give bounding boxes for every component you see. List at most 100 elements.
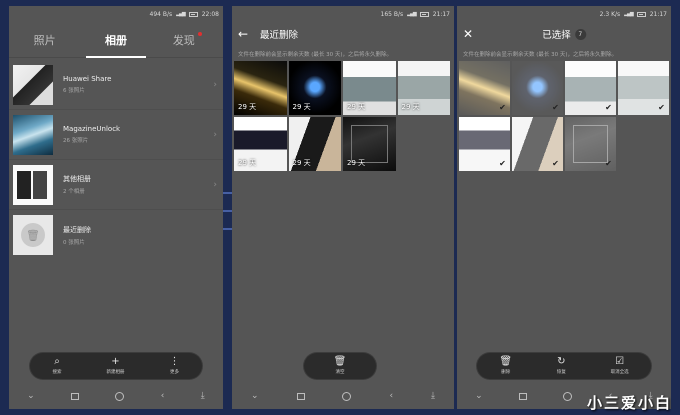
album-count: 6 张照片 bbox=[63, 88, 85, 94]
recents-icon[interactable] bbox=[519, 392, 528, 400]
signal-icon: ▂▄▆ bbox=[624, 11, 633, 17]
home-icon[interactable] bbox=[115, 391, 125, 401]
photo-item[interactable]: ✔ bbox=[565, 117, 616, 171]
album-thumbnail bbox=[13, 164, 53, 205]
days-left: 29 天 bbox=[347, 159, 366, 167]
bottom-action-bar: 🗑 清空 bbox=[304, 353, 376, 379]
tab-bar: 照片 相册 发现 bbox=[9, 22, 223, 58]
header: ← 最近删除 bbox=[232, 22, 454, 46]
back-arrow-icon[interactable]: ← bbox=[238, 27, 254, 41]
photo-item[interactable]: ✔ bbox=[618, 61, 669, 115]
network-speed: 2.3 K/s bbox=[599, 10, 621, 18]
home-icon[interactable] bbox=[342, 391, 352, 401]
photo-item[interactable]: ✔ bbox=[459, 61, 510, 115]
checkmark-icon: ✔ bbox=[499, 103, 506, 112]
battery-icon bbox=[636, 11, 646, 17]
photo-grid: ✔ ✔ ✔ ✔ ✔ ✔ ✔ bbox=[457, 61, 671, 171]
photo-item[interactable]: ✔ bbox=[459, 117, 510, 171]
info-text: 文件在删除前会显示剩余天数 (最长 30 天)，之后将永久删除。 bbox=[463, 52, 618, 58]
tab-albums[interactable]: 相册 bbox=[80, 32, 151, 48]
deselect-all-label: 取消全选 bbox=[610, 370, 629, 375]
battery-icon bbox=[188, 11, 198, 17]
tab-photos[interactable]: 照片 bbox=[9, 32, 80, 48]
photo-item[interactable]: 29 天 bbox=[343, 61, 396, 115]
notification-pull-icon[interactable]: ⤓ bbox=[431, 391, 435, 401]
photo-item[interactable]: ✔ bbox=[565, 61, 616, 115]
delete-button[interactable]: 🗑 删除 bbox=[499, 356, 513, 376]
album-name: Huawei Share bbox=[63, 75, 112, 83]
notification-dot bbox=[197, 31, 202, 36]
system-nav-bar: ⌄ ‹ ⤓ bbox=[232, 387, 454, 405]
search-button[interactable]: ⌕ 搜索 bbox=[52, 356, 62, 376]
recents-icon[interactable] bbox=[71, 392, 80, 400]
selection-screen: 2.3 K/s ▂▄▆ 21:17 ✕ 已选择 7 文件在删除前会显示剩余天数 … bbox=[457, 6, 671, 409]
notification-pull-icon[interactable]: ⤓ bbox=[201, 391, 205, 401]
album-name: MagazineUnlock bbox=[63, 125, 121, 133]
more-label: 更多 bbox=[170, 370, 179, 375]
album-magazine-unlock[interactable]: MagazineUnlock 26 张照片 › bbox=[9, 110, 223, 160]
album-thumbnail bbox=[13, 114, 53, 155]
restore-button[interactable]: ↻ 恢复 bbox=[556, 356, 566, 376]
recents-icon[interactable] bbox=[296, 392, 305, 400]
photo-item[interactable]: ✔ bbox=[512, 61, 563, 115]
tab-discover[interactable]: 发现 bbox=[152, 31, 223, 48]
restore-icon: ↻ bbox=[557, 356, 566, 367]
empty-button[interactable]: 🗑 清空 bbox=[334, 357, 347, 376]
status-bar: 2.3 K/s ▂▄▆ 21:17 bbox=[457, 6, 671, 22]
status-bar: 165 B/s ▂▄▆ 21:17 bbox=[232, 6, 454, 22]
clock: 22:08 bbox=[201, 10, 219, 18]
days-left: 29 天 bbox=[238, 103, 257, 111]
clock: 21:17 bbox=[649, 10, 667, 18]
album-count: 0 张照片 bbox=[63, 239, 85, 246]
chevron-right-icon: › bbox=[213, 79, 217, 90]
restore-label: 恢复 bbox=[556, 370, 566, 375]
checkmark-icon: ✔ bbox=[552, 159, 559, 168]
header: ✕ 已选择 7 bbox=[457, 22, 671, 46]
selected-title: 已选择 bbox=[542, 30, 571, 41]
album-huawei-share[interactable]: Huawei Share 6 张照片 › bbox=[9, 60, 223, 110]
plus-icon: + bbox=[111, 356, 120, 367]
checkmark-icon: ✔ bbox=[658, 103, 665, 112]
new-album-button[interactable]: + 新建相册 bbox=[106, 356, 125, 376]
home-icon[interactable] bbox=[563, 391, 573, 401]
photo-item[interactable]: 29 天 bbox=[234, 61, 287, 115]
chevron-right-icon: › bbox=[213, 179, 217, 190]
photo-item[interactable]: 29 天 bbox=[288, 61, 341, 115]
network-speed: 494 B/s bbox=[149, 10, 173, 18]
close-icon[interactable]: ✕ bbox=[463, 27, 479, 41]
recently-deleted-screen: 165 B/s ▂▄▆ 21:17 ← 最近删除 文件在删除前会显示剩余天数 (… bbox=[232, 6, 454, 409]
photo-item[interactable]: 29 天 bbox=[397, 61, 450, 115]
chevron-down-icon[interactable]: ⌄ bbox=[251, 391, 259, 401]
selected-count-badge: 7 bbox=[574, 28, 586, 40]
deselect-all-button[interactable]: ☑ 取消全选 bbox=[610, 357, 629, 376]
album-recently-deleted[interactable]: 🗑 最近删除 0 张照片 bbox=[9, 210, 223, 260]
photo-grid: 29 天 29 天 29 天 29 天 29 天 29 天 29 天 bbox=[232, 61, 454, 171]
checkmark-icon: ✔ bbox=[605, 159, 612, 168]
days-left: 29 天 bbox=[238, 159, 257, 167]
photo-item[interactable]: 29 天 bbox=[288, 117, 341, 171]
search-icon: ⌕ bbox=[54, 356, 60, 367]
chevron-down-icon[interactable]: ⌄ bbox=[475, 391, 483, 401]
chevron-down-icon[interactable]: ⌄ bbox=[27, 391, 35, 401]
network-speed: 165 B/s bbox=[380, 10, 404, 18]
photo-item[interactable]: 29 天 bbox=[343, 117, 396, 171]
trash-icon: 🗑 bbox=[21, 223, 45, 247]
more-button[interactable]: ⋮ 更多 bbox=[169, 356, 180, 376]
album-count: 26 张照片 bbox=[63, 138, 89, 144]
album-other[interactable]: 其他相册 2 个相册 › bbox=[9, 160, 223, 210]
back-icon[interactable]: ‹ bbox=[389, 391, 393, 401]
photo-item[interactable]: ✔ bbox=[512, 117, 563, 171]
new-album-label: 新建相册 bbox=[106, 370, 125, 375]
days-left: 29 天 bbox=[292, 159, 311, 167]
search-label: 搜索 bbox=[52, 370, 62, 375]
album-name: 其他相册 bbox=[63, 175, 91, 183]
status-bar: 494 B/s ▂▄▆ 22:08 bbox=[9, 6, 223, 22]
battery-icon bbox=[419, 11, 429, 17]
page-title: 最近删除 bbox=[260, 30, 299, 41]
clock: 21:17 bbox=[432, 10, 450, 18]
back-icon[interactable]: ‹ bbox=[161, 391, 165, 401]
delete-label: 删除 bbox=[501, 370, 511, 375]
more-icon: ⋮ bbox=[169, 356, 180, 367]
photo-item[interactable]: 29 天 bbox=[234, 117, 287, 171]
trash-icon: 🗑 bbox=[499, 356, 513, 367]
